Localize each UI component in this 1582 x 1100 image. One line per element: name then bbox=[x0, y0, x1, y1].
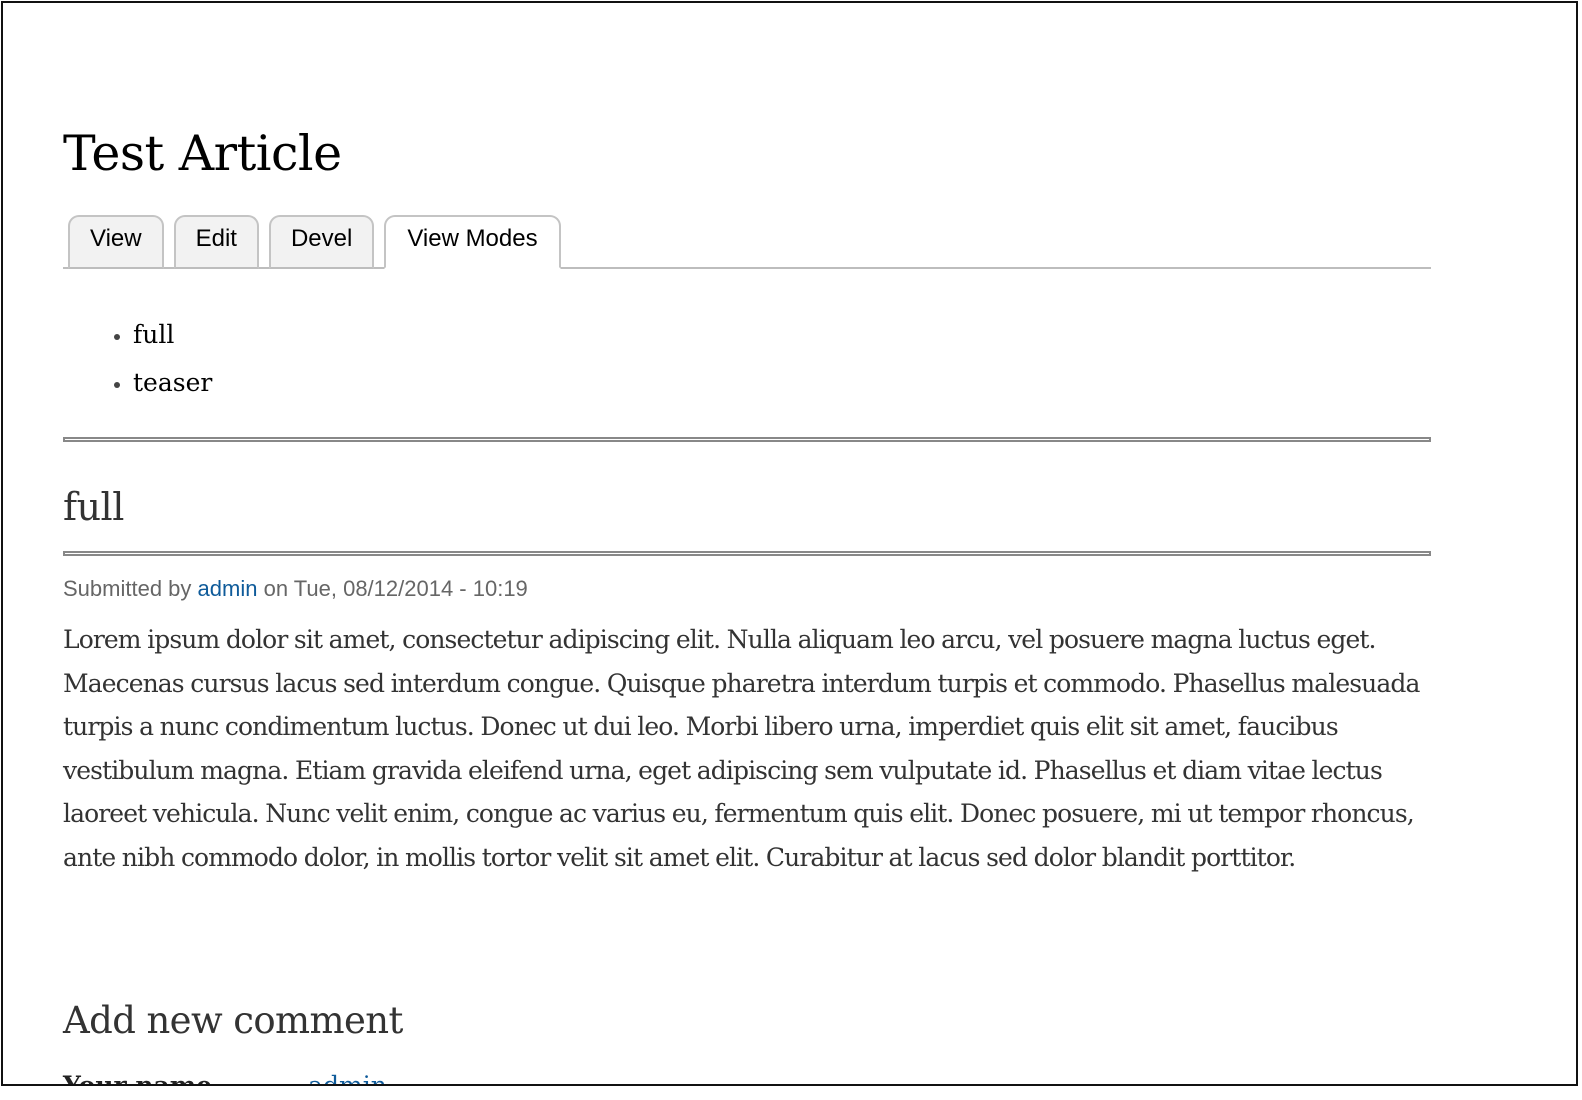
tab-edit[interactable]: Edit bbox=[173, 215, 259, 269]
view-mode-heading: full bbox=[63, 485, 124, 529]
list-item: full bbox=[133, 311, 212, 359]
tab-label: View Modes bbox=[407, 225, 538, 252]
tab-devel[interactable]: Devel bbox=[268, 215, 375, 269]
add-comment-heading: Add new comment bbox=[63, 999, 403, 1042]
tab-label: Edit bbox=[195, 225, 237, 252]
page-title: Test Article bbox=[63, 125, 342, 182]
divider bbox=[63, 551, 1431, 556]
tab-label: View bbox=[90, 225, 142, 252]
your-name-label: Your name bbox=[63, 1071, 213, 1086]
tab-view-modes[interactable]: View Modes bbox=[384, 215, 561, 269]
submitted-date: on Tue, 08/12/2014 - 10:19 bbox=[263, 576, 528, 601]
primary-tabs: View Edit Devel View Modes bbox=[63, 213, 1431, 269]
author-link[interactable]: admin bbox=[198, 576, 258, 601]
submitted-info: Submitted by admin on Tue, 08/12/2014 - … bbox=[63, 576, 528, 602]
divider bbox=[63, 437, 1431, 442]
view-modes-list: full teaser bbox=[63, 311, 212, 407]
article-body: Lorem ipsum dolor sit amet, consectetur … bbox=[63, 625, 1420, 872]
submitted-prefix: Submitted by bbox=[63, 576, 192, 601]
tab-label: Devel bbox=[290, 225, 353, 252]
comment-author-field: Your name admin bbox=[63, 1071, 387, 1086]
tab-view[interactable]: View bbox=[68, 215, 164, 269]
page-frame: Test Article View Edit Devel View Modes … bbox=[1, 1, 1578, 1086]
list-item: teaser bbox=[133, 359, 212, 407]
comment-author-link[interactable]: admin bbox=[308, 1071, 387, 1084]
